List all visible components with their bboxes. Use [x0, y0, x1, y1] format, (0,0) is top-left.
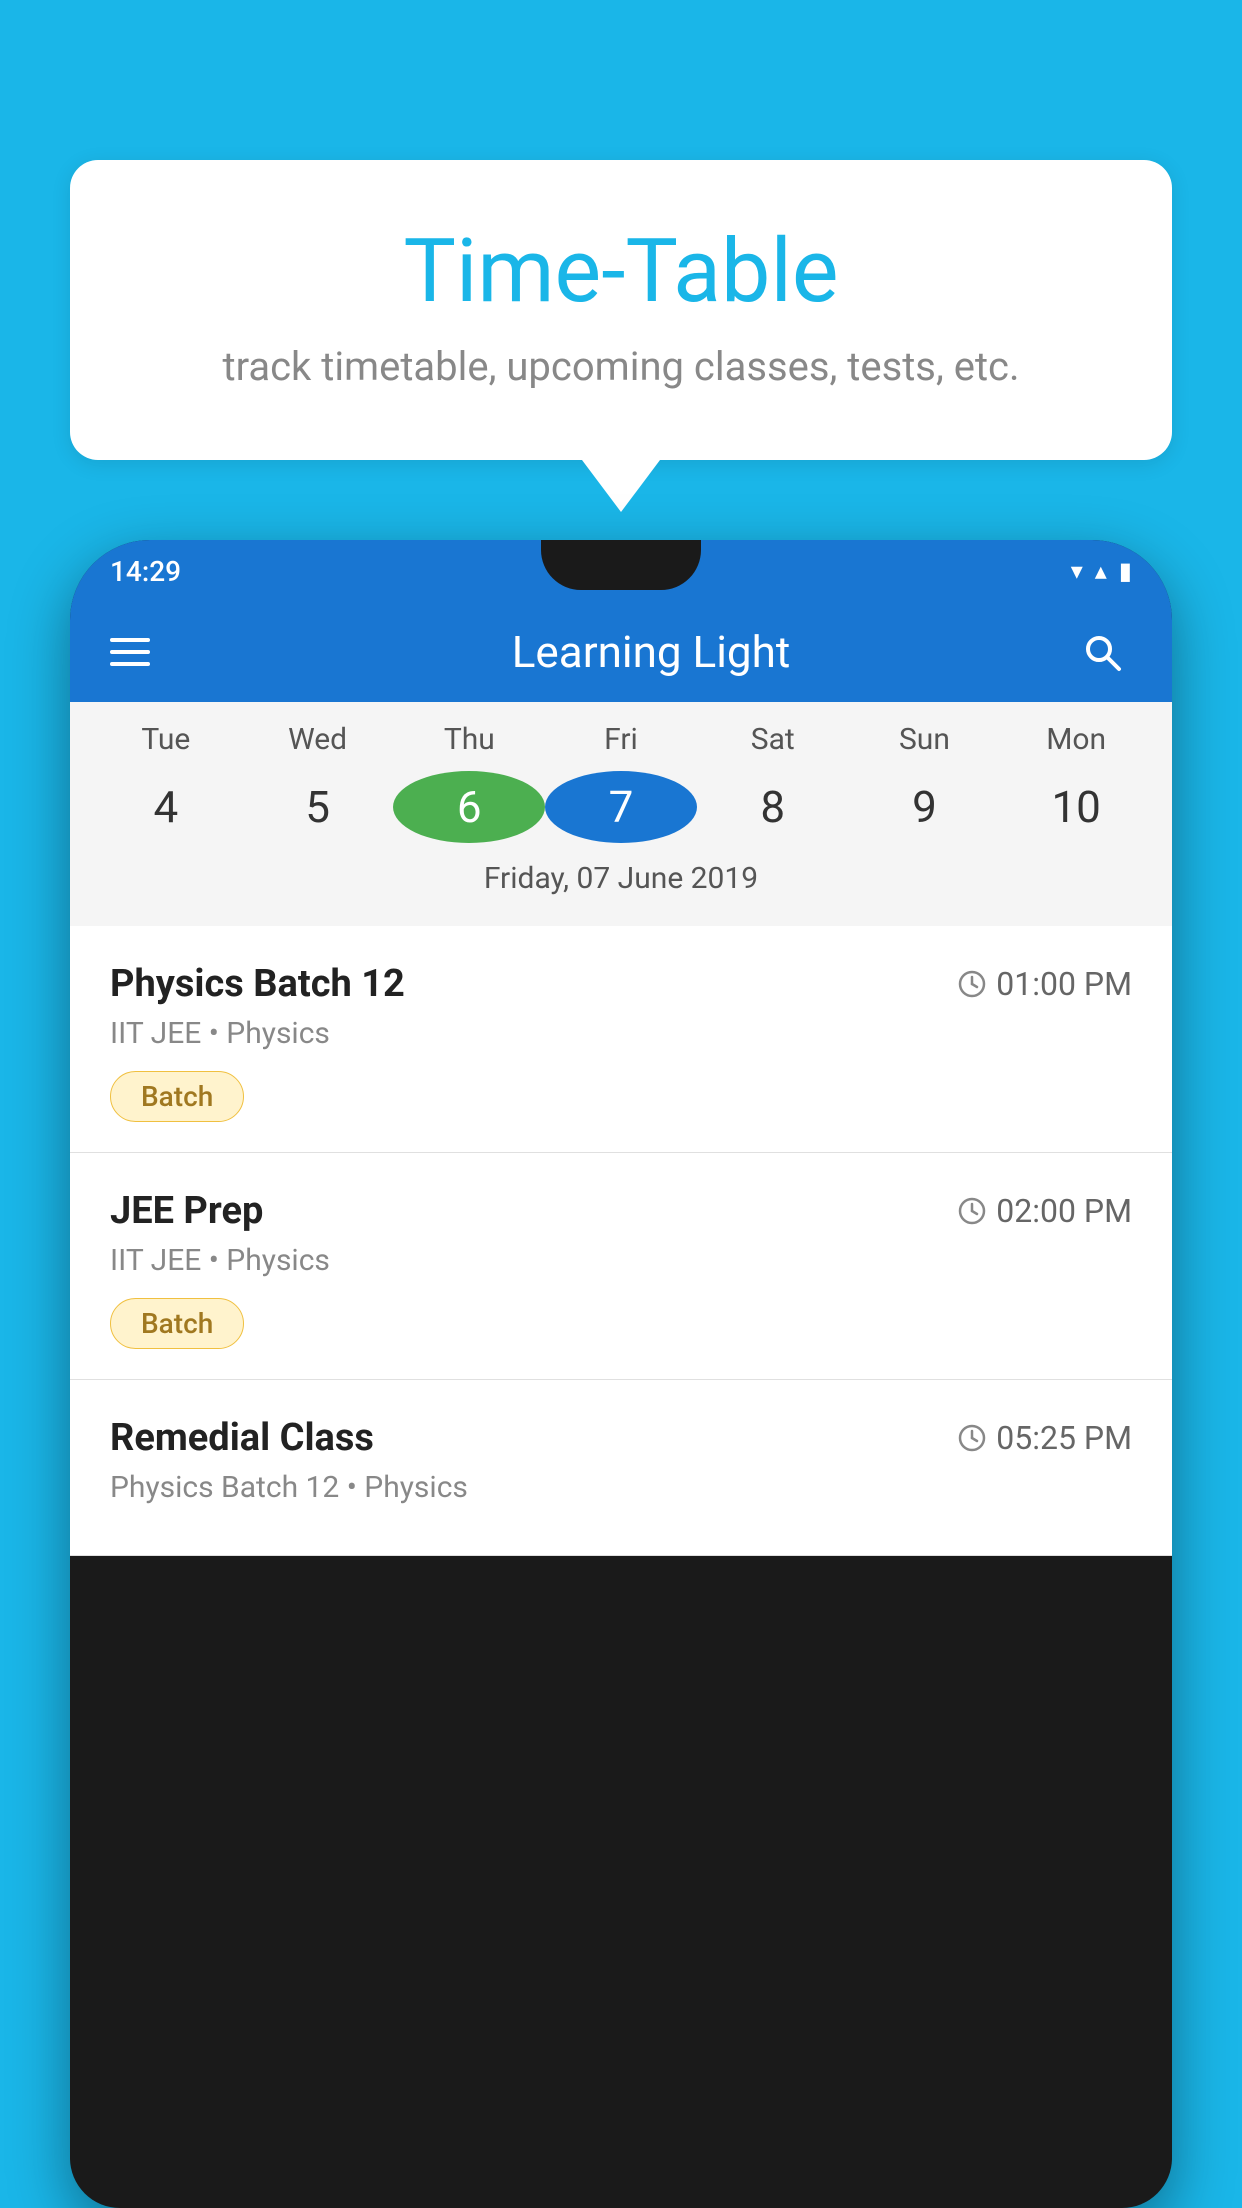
class-item-1[interactable]: JEE Prep 02:00 PM IIT JEE • Physics Batch: [70, 1153, 1172, 1380]
search-button[interactable]: [1072, 622, 1132, 682]
selected-date-label: Friday, 07 June 2019: [70, 847, 1172, 916]
day-header-tue: Tue: [90, 722, 242, 767]
day-header-sun: Sun: [849, 722, 1001, 767]
phone-frame: 14:29 ▾ ▴ ▮ Learning Light TueWedThuFriS…: [70, 540, 1172, 2208]
day-number-4[interactable]: 4: [90, 771, 242, 843]
class-item-2[interactable]: Remedial Class 05:25 PM Physics Batch 12 •…: [70, 1380, 1172, 1556]
class-item-header-0: Physics Batch 12 01:00 PM: [110, 962, 1132, 1006]
day-number-8[interactable]: 8: [697, 771, 849, 843]
day-number-wrap-7[interactable]: 7: [545, 767, 697, 847]
status-bar: 14:29 ▾ ▴ ▮: [70, 540, 1172, 602]
day-number-7[interactable]: 7: [545, 771, 697, 843]
batch-badge-0: Batch: [110, 1071, 244, 1122]
day-header-sat: Sat: [697, 722, 849, 767]
hamburger-menu-button[interactable]: [110, 638, 150, 666]
wifi-icon: ▾: [1071, 557, 1083, 585]
day-number-wrap-5[interactable]: 5: [242, 767, 394, 847]
app-bar: Learning Light: [70, 602, 1172, 702]
class-meta-2: Physics Batch 12 • Physics: [110, 1470, 1132, 1505]
class-time-0: 01:00 PM: [958, 965, 1132, 1003]
bubble-subtitle: track timetable, upcoming classes, tests…: [140, 343, 1102, 390]
class-time-2: 05:25 PM: [958, 1419, 1132, 1457]
day-header-fri: Fri: [545, 722, 697, 767]
day-number-5[interactable]: 5: [242, 771, 394, 843]
day-number-6[interactable]: 6: [393, 771, 545, 843]
day-number-wrap-9[interactable]: 9: [849, 767, 1001, 847]
calendar-strip: TueWedThuFriSatSunMon 45678910 Friday, 0…: [70, 702, 1172, 926]
day-header-thu: Thu: [393, 722, 545, 767]
class-name-0: Physics Batch 12: [110, 962, 405, 1006]
status-time: 14:29: [110, 555, 181, 588]
classes-list: Physics Batch 12 01:00 PM IIT JEE • Physic…: [70, 926, 1172, 1556]
status-icons: ▾ ▴ ▮: [1071, 557, 1132, 585]
class-name-1: JEE Prep: [110, 1189, 263, 1233]
day-number-wrap-4[interactable]: 4: [90, 767, 242, 847]
day-header-wed: Wed: [242, 722, 394, 767]
bubble-title: Time-Table: [140, 220, 1102, 323]
class-item-header-1: JEE Prep 02:00 PM: [110, 1189, 1132, 1233]
class-meta-1: IIT JEE • Physics: [110, 1243, 1132, 1278]
signal-icon: ▴: [1095, 557, 1107, 585]
class-item-header-2: Remedial Class 05:25 PM: [110, 1416, 1132, 1460]
app-title: Learning Light: [190, 626, 1112, 678]
class-meta-0: IIT JEE • Physics: [110, 1016, 1132, 1051]
class-name-2: Remedial Class: [110, 1416, 374, 1460]
speech-bubble: Time-Table track timetable, upcoming cla…: [70, 160, 1172, 460]
day-number-9[interactable]: 9: [849, 771, 1001, 843]
batch-badge-1: Batch: [110, 1298, 244, 1349]
class-time-1: 02:00 PM: [958, 1192, 1132, 1230]
day-numbers: 45678910: [70, 767, 1172, 847]
day-number-wrap-10[interactable]: 10: [1000, 767, 1152, 847]
day-number-10[interactable]: 10: [1000, 771, 1152, 843]
battery-icon: ▮: [1119, 557, 1132, 585]
day-number-wrap-6[interactable]: 6: [393, 767, 545, 847]
day-number-wrap-8[interactable]: 8: [697, 767, 849, 847]
day-header-mon: Mon: [1000, 722, 1152, 767]
day-headers: TueWedThuFriSatSunMon: [70, 722, 1172, 767]
class-item-0[interactable]: Physics Batch 12 01:00 PM IIT JEE • Physic…: [70, 926, 1172, 1153]
